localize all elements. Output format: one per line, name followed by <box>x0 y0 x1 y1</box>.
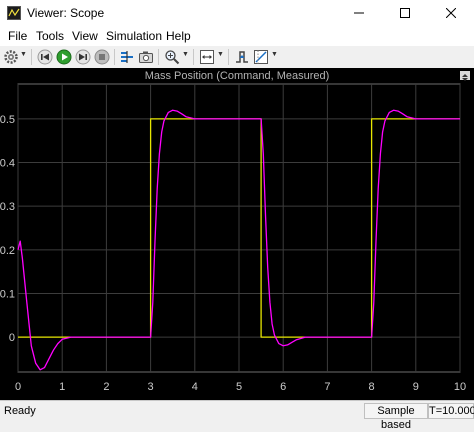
scope-window-icon <box>7 6 21 20</box>
menu-file[interactable]: File <box>8 29 27 43</box>
y-tick-label: 0 <box>9 332 15 344</box>
cursor-measurements-button[interactable] <box>253 49 269 65</box>
cursor-measurements-dropdown-icon[interactable]: ▼ <box>271 51 278 58</box>
zoom-icon <box>165 50 180 65</box>
x-tick-label: 4 <box>192 381 198 393</box>
toolbar-separator <box>228 49 229 65</box>
triggers-icon <box>236 51 248 63</box>
gear-icon <box>4 50 18 64</box>
triggers-button[interactable] <box>234 49 250 65</box>
step-forward-icon <box>75 49 91 65</box>
menu-help[interactable]: Help <box>166 29 191 43</box>
toolbar-separator <box>114 49 115 65</box>
menu-simulation[interactable]: Simulation <box>106 29 162 43</box>
status-bar: Ready Sample based T=10.000 <box>0 400 474 431</box>
stop-button[interactable] <box>94 49 110 65</box>
zoom-button[interactable] <box>164 49 180 65</box>
autoscale-button[interactable] <box>199 49 215 65</box>
step-back-icon <box>37 49 53 65</box>
status-text: Ready <box>4 405 36 417</box>
menu-tools[interactable]: Tools <box>36 29 64 43</box>
signal-selection-icon <box>121 51 133 63</box>
y-tick-label: 0.3 <box>0 201 15 213</box>
step-forward-button[interactable] <box>75 49 91 65</box>
toolbar-separator <box>31 49 32 65</box>
maximize-button[interactable] <box>382 0 428 27</box>
toolbar-separator <box>158 49 159 65</box>
x-tick-label: 8 <box>369 381 375 393</box>
snapshot-icon <box>139 51 153 63</box>
scope-display: 0 1 2 3 4 5 6 7 8 9 10 0 0.1 0.2 0.3 0.4 0.5 Mass Positi… <box>0 68 474 400</box>
x-tick-label: 7 <box>324 381 330 393</box>
y-tick-label: 0.5 <box>0 114 15 126</box>
run-button[interactable] <box>56 49 72 65</box>
snapshot-button[interactable] <box>138 49 154 65</box>
y-tick-label: 0.4 <box>0 158 15 170</box>
cursor-measurements-icon <box>254 50 268 64</box>
window-title: Viewer: Scope <box>27 6 105 20</box>
toolbar: ▼ ▼ ▼ ▼ <box>0 46 474 69</box>
zoom-dropdown-icon[interactable]: ▼ <box>182 51 189 58</box>
close-button[interactable] <box>428 0 474 27</box>
maximize-icon <box>400 8 410 18</box>
menu-view[interactable]: View <box>72 29 98 43</box>
scope-plot[interactable]: 0 1 2 3 4 5 6 7 8 9 10 0 0.1 0.2 0.3 0.4 0.5 <box>0 68 474 400</box>
x-tick-label: 1 <box>59 381 65 393</box>
undock-button[interactable] <box>460 71 470 81</box>
x-tick-label: 5 <box>236 381 242 393</box>
plot-title: Mass Position (Command, Measured) <box>144 70 330 82</box>
settings-dropdown-icon[interactable]: ▼ <box>20 51 27 58</box>
title-bar: Viewer: Scope <box>0 0 474 27</box>
x-tick-label: 6 <box>280 381 286 393</box>
y-tick-label: 0.2 <box>0 245 15 257</box>
x-tick-label: 9 <box>413 381 419 393</box>
undock-icon <box>462 74 468 81</box>
autoscale-icon <box>200 50 214 64</box>
settings-button[interactable] <box>3 49 19 65</box>
signal-selection-button[interactable] <box>119 49 135 65</box>
menu-bar: File Tools View Simulation Help <box>0 27 474 46</box>
minimize-button[interactable] <box>336 0 382 27</box>
autoscale-dropdown-icon[interactable]: ▼ <box>217 51 224 58</box>
x-tick-label: 10 <box>454 381 466 393</box>
x-tick-label: 0 <box>15 381 21 393</box>
step-back-button[interactable] <box>37 49 53 65</box>
stop-icon <box>94 49 110 65</box>
run-icon <box>56 49 72 65</box>
sample-mode-indicator: Sample based <box>364 403 428 431</box>
y-tick-label: 0.1 <box>0 288 15 300</box>
simulation-time-indicator: T=10.000 <box>428 403 474 419</box>
toolbar-separator <box>193 49 194 65</box>
minimize-icon <box>354 12 364 14</box>
x-tick-label: 3 <box>148 381 154 393</box>
close-icon <box>446 8 456 18</box>
x-tick-label: 2 <box>103 381 109 393</box>
